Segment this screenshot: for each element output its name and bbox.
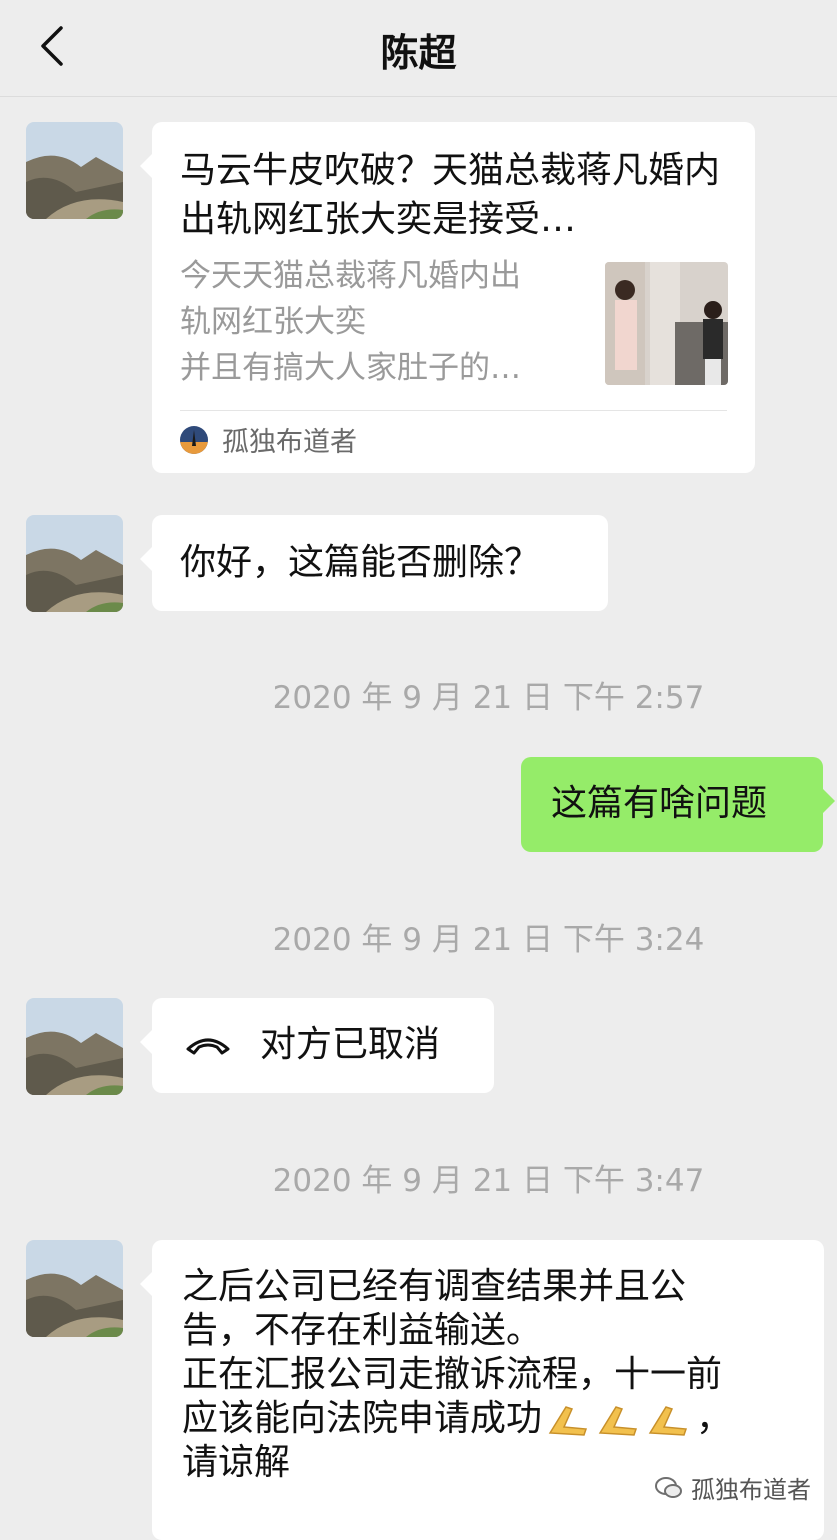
- contact-avatar[interactable]: [26, 515, 123, 612]
- card-divider: [180, 410, 727, 411]
- card-source: 孤独布道者: [180, 420, 357, 459]
- timestamp: 2020 年 9 月 21 日 下午 3:24: [272, 922, 705, 958]
- message-bubble-sent[interactable]: 这篇有啥问题: [521, 757, 835, 852]
- contact-avatar[interactable]: [26, 998, 123, 1095]
- message-line: 应该能向法院申请成功: [182, 1398, 543, 1439]
- message-text: 之后公司已经有调查结果并且公 告，不存在利益输送。 正在汇报公司走撤诉流程，十一…: [182, 1265, 802, 1485]
- chat-title: 陈超: [380, 31, 457, 75]
- source-name: 孤独布道者: [222, 427, 357, 458]
- source-avatar-icon: [180, 425, 208, 454]
- navigation-bar: 陈超: [0, 0, 837, 97]
- article-card[interactable]: 马云牛皮吹破？天猫总裁蒋凡婚内出轨网红张大奕是接受… 今天天猫总裁蒋凡婚内出 轨…: [140, 122, 755, 473]
- wechat-official-account-icon: [655, 1476, 682, 1498]
- message-line-with-emoji: 应该能向法院申请成功 ，: [182, 1397, 802, 1441]
- card-title: 马云牛皮吹破？天猫总裁蒋凡婚内出轨网红张大奕是接受…: [180, 150, 721, 240]
- watermark: 孤独布道者: [655, 1470, 811, 1505]
- call-record-bubble[interactable]: 对方已取消: [140, 998, 494, 1093]
- message-line: 告，不存在利益输送。: [182, 1310, 543, 1351]
- hangup-phone-icon: [186, 1038, 230, 1055]
- card-description: 今天天猫总裁蒋凡婚内出 轨网红张大奕 并且有搞大人家肚子的…: [180, 253, 580, 391]
- contact-avatar[interactable]: [26, 122, 123, 219]
- message-line: 之后公司已经有调查结果并且公: [182, 1266, 687, 1307]
- contact-avatar[interactable]: [26, 1240, 123, 1337]
- praying-hands-icon: [546, 1399, 696, 1439]
- message-line: 正在汇报公司走撤诉流程，十一前: [182, 1354, 723, 1395]
- message-text: 这篇有啥问题: [551, 783, 768, 824]
- call-status-text: 对方已取消: [260, 1024, 441, 1065]
- message-bubble[interactable]: 你好，这篇能否删除？: [140, 515, 608, 611]
- card-thumbnail: [605, 262, 728, 385]
- card-description-line: 今天天猫总裁蒋凡婚内出: [180, 258, 521, 294]
- timestamp: 2020 年 9 月 21 日 下午 2:57: [272, 680, 705, 716]
- call-record: 对方已取消: [184, 1023, 440, 1067]
- card-description-line: 轨网红张大奕: [180, 304, 366, 340]
- timestamp: 2020 年 9 月 21 日 下午 3:47: [272, 1163, 705, 1199]
- card-description-line: 并且有搞大人家肚子的…: [180, 350, 521, 386]
- message-line: ，: [696, 1398, 733, 1439]
- message-text: 你好，这篇能否删除？: [180, 542, 541, 583]
- watermark-text: 孤独布道者: [691, 1476, 811, 1504]
